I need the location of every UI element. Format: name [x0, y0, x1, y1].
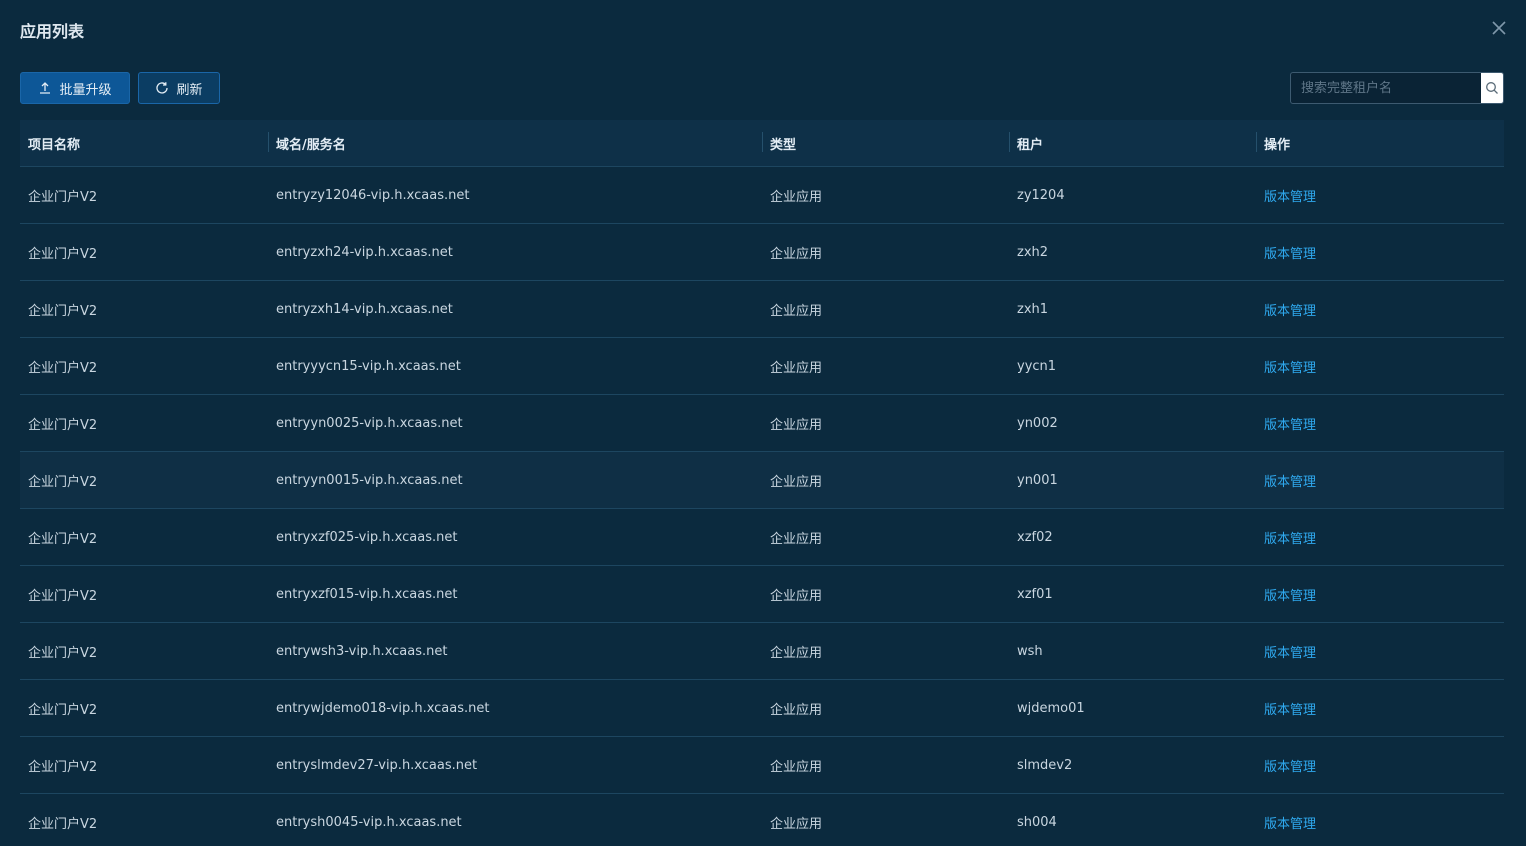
cell-domain: entrywjdemo018-vip.h.xcaas.net	[276, 700, 490, 716]
version-manage-link[interactable]: 版本管理	[1264, 475, 1316, 490]
cell-project-name: 企业门户V2	[28, 759, 98, 775]
cell-project-name: 企业门户V2	[28, 645, 98, 661]
table-row: 企业门户V2 entrywsh3-vip.h.xcaas.net 企业应用 ws…	[20, 623, 1504, 680]
close-icon[interactable]	[1490, 19, 1508, 37]
table-row: 企业门户V2 entryxzf025-vip.h.xcaas.net 企业应用 …	[20, 509, 1504, 566]
version-manage-link[interactable]: 版本管理	[1264, 247, 1316, 262]
cell-domain: entryzy12046-vip.h.xcaas.net	[276, 187, 470, 203]
version-manage-link[interactable]: 版本管理	[1264, 190, 1316, 205]
cell-tenant: yn002	[1017, 415, 1058, 431]
refresh-button[interactable]: 刷新	[138, 72, 220, 104]
cell-domain: entrysh0045-vip.h.xcaas.net	[276, 814, 462, 830]
cell-domain: entryxzf015-vip.h.xcaas.net	[276, 586, 458, 602]
cell-type: 企业应用	[770, 303, 823, 319]
cell-domain: entryslmdev27-vip.h.xcaas.net	[276, 757, 478, 773]
cell-type: 企业应用	[770, 588, 823, 604]
cell-project-name: 企业门户V2	[28, 816, 98, 832]
table-row: 企业门户V2 entryzy12046-vip.h.xcaas.net 企业应用…	[20, 167, 1504, 224]
column-header-domain: 域名/服务名	[268, 131, 762, 153]
refresh-label: 刷新	[176, 82, 203, 98]
table-row: 企业门户V2 entryyn0015-vip.h.xcaas.net 企业应用 …	[20, 452, 1504, 509]
version-manage-link[interactable]: 版本管理	[1264, 703, 1316, 718]
cell-tenant: wjdemo01	[1017, 700, 1085, 716]
column-header-project-name: 项目名称	[28, 137, 81, 153]
cell-type: 企业应用	[770, 816, 823, 832]
cell-type: 企业应用	[770, 531, 823, 547]
column-header-action: 操作	[1256, 131, 1504, 153]
cell-project-name: 企业门户V2	[28, 702, 98, 718]
batch-upgrade-button[interactable]: 批量升级	[20, 72, 130, 104]
table-header: 项目名称 域名/服务名 类型 租户 操作	[20, 120, 1504, 167]
cell-tenant: yn001	[1017, 472, 1058, 488]
cell-domain: entryzxh24-vip.h.xcaas.net	[276, 244, 453, 260]
app-table: 项目名称 域名/服务名 类型 租户 操作 企业门户V2 entryzy12046…	[20, 120, 1504, 846]
cell-tenant: sh004	[1017, 814, 1057, 830]
cell-tenant: zy1204	[1017, 187, 1065, 203]
cell-project-name: 企业门户V2	[28, 189, 98, 205]
version-manage-link[interactable]: 版本管理	[1264, 304, 1316, 319]
cell-project-name: 企业门户V2	[28, 417, 98, 433]
tenant-search-input[interactable]	[1291, 73, 1481, 103]
table-row: 企业门户V2 entrysh0045-vip.h.xcaas.net 企业应用 …	[20, 794, 1504, 846]
cell-project-name: 企业门户V2	[28, 531, 98, 547]
cell-project-name: 企业门户V2	[28, 303, 98, 319]
version-manage-link[interactable]: 版本管理	[1264, 760, 1316, 775]
cell-domain: entryzxh14-vip.h.xcaas.net	[276, 301, 453, 317]
cell-tenant: yycn1	[1017, 358, 1057, 374]
batch-upgrade-label: 批量升级	[59, 82, 112, 98]
table-row: 企业门户V2 entryzxh24-vip.h.xcaas.net 企业应用 z…	[20, 224, 1504, 281]
cell-type: 企业应用	[770, 759, 823, 775]
cell-project-name: 企业门户V2	[28, 474, 98, 490]
version-manage-link[interactable]: 版本管理	[1264, 532, 1316, 547]
table-row: 企业门户V2 entryyn0025-vip.h.xcaas.net 企业应用 …	[20, 395, 1504, 452]
version-manage-link[interactable]: 版本管理	[1264, 361, 1316, 376]
cell-type: 企业应用	[770, 246, 823, 262]
table-row: 企业门户V2 entryxzf015-vip.h.xcaas.net 企业应用 …	[20, 566, 1504, 623]
search-icon	[1486, 82, 1498, 94]
table-row: 企业门户V2 entryslmdev27-vip.h.xcaas.net 企业应…	[20, 737, 1504, 794]
cell-tenant: zxh2	[1017, 244, 1049, 260]
cell-project-name: 企业门户V2	[28, 588, 98, 604]
cell-tenant: xzf02	[1017, 529, 1053, 545]
cell-tenant: xzf01	[1017, 586, 1053, 602]
dialog-title: 应用列表	[20, 22, 85, 41]
cell-type: 企业应用	[770, 189, 823, 205]
cell-type: 企业应用	[770, 474, 823, 490]
cell-type: 企业应用	[770, 417, 823, 433]
column-header-type: 类型	[762, 131, 1009, 153]
cell-type: 企业应用	[770, 360, 823, 376]
column-header-tenant: 租户	[1009, 131, 1256, 153]
cell-project-name: 企业门户V2	[28, 246, 98, 262]
version-manage-link[interactable]: 版本管理	[1264, 817, 1316, 832]
cell-tenant: wsh	[1017, 643, 1043, 659]
table-row: 企业门户V2 entryzxh14-vip.h.xcaas.net 企业应用 z…	[20, 281, 1504, 338]
version-manage-link[interactable]: 版本管理	[1264, 589, 1316, 604]
cell-type: 企业应用	[770, 645, 823, 661]
refresh-icon	[155, 81, 169, 95]
cell-domain: entrywsh3-vip.h.xcaas.net	[276, 643, 448, 659]
upload-icon	[38, 81, 52, 95]
table-row: 企业门户V2 entryyycn15-vip.h.xcaas.net 企业应用 …	[20, 338, 1504, 395]
cell-domain: entryyn0015-vip.h.xcaas.net	[276, 472, 463, 488]
cell-domain: entryyn0025-vip.h.xcaas.net	[276, 415, 463, 431]
table-row: 企业门户V2 entrywjdemo018-vip.h.xcaas.net 企业…	[20, 680, 1504, 737]
cell-domain: entryyycn15-vip.h.xcaas.net	[276, 358, 461, 374]
app-list-dialog: 应用列表 批量升级 刷新 搜索完整租户名 项目名称 域名/服务名 类型 租户 操…	[0, 0, 1526, 846]
search-button[interactable]	[1481, 73, 1503, 103]
cell-project-name: 企业门户V2	[28, 360, 98, 376]
cell-tenant: slmdev2	[1017, 757, 1073, 773]
cell-type: 企业应用	[770, 702, 823, 718]
tenant-search	[1290, 72, 1504, 104]
version-manage-link[interactable]: 版本管理	[1264, 646, 1316, 661]
version-manage-link[interactable]: 版本管理	[1264, 418, 1316, 433]
cell-tenant: zxh1	[1017, 301, 1049, 317]
cell-domain: entryxzf025-vip.h.xcaas.net	[276, 529, 458, 545]
